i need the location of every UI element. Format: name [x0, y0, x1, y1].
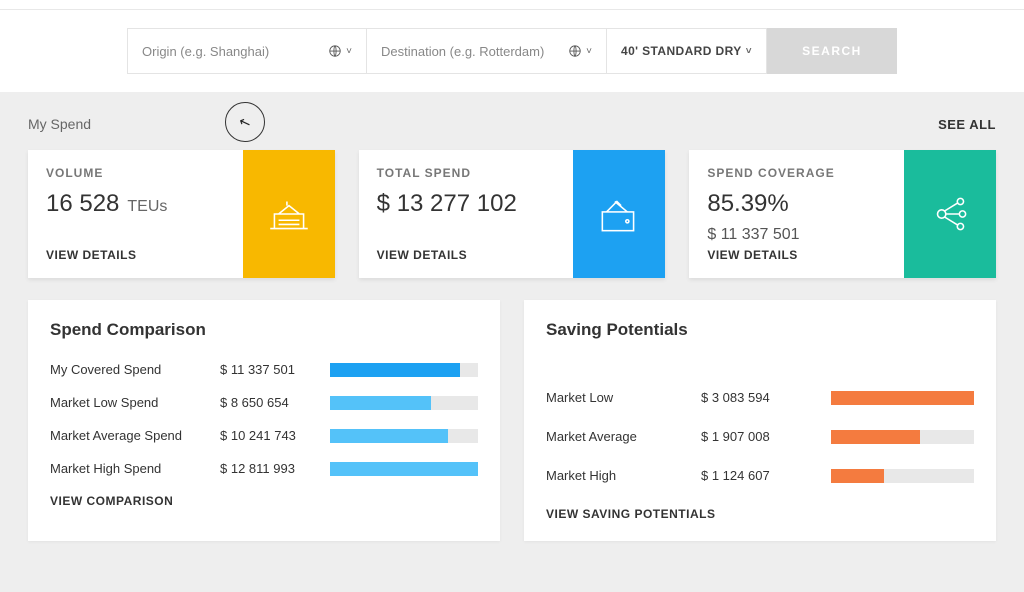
saving-row: Market High$ 1 124 607	[546, 468, 974, 483]
chevron-down-icon: ˅	[586, 46, 592, 57]
card-coverage-link[interactable]: VIEW DETAILS	[707, 248, 886, 262]
comparison-bar	[330, 462, 478, 476]
container-type-dropdown[interactable]: 40' STANDARD DRY ˅	[607, 28, 767, 74]
top-divider	[0, 0, 1024, 10]
comparison-row: Market Low Spend$ 8 650 654	[50, 395, 478, 410]
saving-bar	[831, 469, 974, 483]
card-coverage-amount: $ 11 337 501	[707, 226, 799, 244]
comparison-value: $ 12 811 993	[220, 461, 330, 476]
search-bar: Origin (e.g. Shanghai) ˅ Destination (e.…	[0, 10, 1024, 92]
spend-icon-panel	[573, 150, 665, 278]
saving-value: $ 3 083 594	[701, 390, 831, 405]
destination-input[interactable]: Destination (e.g. Rotterdam) ˅	[367, 28, 607, 74]
spend-comparison-title: Spend Comparison	[50, 320, 478, 340]
comparison-value: $ 10 241 743	[220, 428, 330, 443]
origin-scope-dropdown[interactable]: ˅	[328, 44, 352, 58]
container-type-label: 40' STANDARD DRY	[621, 44, 742, 58]
view-comparison-link[interactable]: VIEW COMPARISON	[50, 494, 478, 508]
cursor-indicator-icon	[225, 102, 265, 142]
see-all-link[interactable]: SEE ALL	[938, 117, 996, 132]
card-spend-title: TOTAL SPEND	[377, 166, 556, 180]
saving-row: Market Low$ 3 083 594	[546, 390, 974, 405]
comparison-label: Market Average Spend	[50, 428, 220, 443]
spend-comparison-rows: My Covered Spend$ 11 337 501 Market Low S…	[50, 362, 478, 476]
comparison-row: My Covered Spend$ 11 337 501	[50, 362, 478, 377]
saving-potentials-rows: Market Low$ 3 083 594 Market Average$ 1 9…	[546, 362, 974, 483]
saving-label: Market Low	[546, 390, 701, 405]
chevron-down-icon: ˅	[346, 46, 352, 57]
view-saving-link[interactable]: VIEW SAVING POTENTIALS	[546, 507, 974, 521]
destination-placeholder: Destination (e.g. Rotterdam)	[381, 44, 544, 59]
globe-icon	[328, 44, 342, 58]
summary-cards: VOLUME 16 528 TEUs VIEW DETAILS TOTAL SP…	[28, 150, 996, 278]
saving-label: Market High	[546, 468, 701, 483]
coverage-icon-panel	[904, 150, 996, 278]
chevron-down-icon: ˅	[746, 46, 752, 57]
saving-bar	[831, 430, 974, 444]
spend-comparison-panel: Spend Comparison My Covered Spend$ 11 33…	[28, 300, 500, 541]
building-icon	[264, 189, 314, 239]
origin-placeholder: Origin (e.g. Shanghai)	[142, 44, 269, 59]
card-coverage-percent: 85.39%	[707, 190, 788, 218]
comparison-label: My Covered Spend	[50, 362, 220, 377]
section-title: My Spend	[28, 116, 91, 132]
wallet-icon	[594, 189, 644, 239]
card-spend-link[interactable]: VIEW DETAILS	[377, 248, 556, 262]
comparison-row: Market Average Spend$ 10 241 743	[50, 428, 478, 443]
saving-label: Market Average	[546, 429, 701, 444]
comparison-row: Market High Spend$ 12 811 993	[50, 461, 478, 476]
card-coverage-title: SPEND COVERAGE	[707, 166, 886, 180]
card-volume-title: VOLUME	[46, 166, 225, 180]
saving-value: $ 1 907 008	[701, 429, 831, 444]
origin-input[interactable]: Origin (e.g. Shanghai) ˅	[127, 28, 367, 74]
card-volume-link[interactable]: VIEW DETAILS	[46, 248, 225, 262]
dashboard-main: My Spend SEE ALL VOLUME 16 528 TEUs VIEW…	[0, 92, 1024, 592]
card-spend-value: $ 13 277 102	[377, 190, 517, 218]
comparison-bar	[330, 363, 478, 377]
comparison-bar	[330, 396, 478, 410]
comparison-label: Market High Spend	[50, 461, 220, 476]
card-total-spend: TOTAL SPEND $ 13 277 102 VIEW DETAILS	[359, 150, 666, 278]
comparison-value: $ 11 337 501	[220, 362, 330, 377]
search-button[interactable]: SEARCH	[767, 28, 897, 74]
card-volume-value: 16 528	[46, 190, 119, 218]
globe-icon	[568, 44, 582, 58]
saving-potentials-panel: Saving Potentials Market Low$ 3 083 594M…	[524, 300, 996, 541]
saving-bar	[831, 391, 974, 405]
saving-row: Market Average$ 1 907 008	[546, 429, 974, 444]
comparison-bar	[330, 429, 478, 443]
card-volume-unit: TEUs	[127, 198, 167, 216]
comparison-value: $ 8 650 654	[220, 395, 330, 410]
volume-icon-panel	[243, 150, 335, 278]
comparison-label: Market Low Spend	[50, 395, 220, 410]
section-header: My Spend SEE ALL	[28, 116, 996, 132]
card-coverage: SPEND COVERAGE 85.39% $ 11 337 501 VIEW …	[689, 150, 996, 278]
saving-value: $ 1 124 607	[701, 468, 831, 483]
network-icon	[925, 189, 975, 239]
card-volume: VOLUME 16 528 TEUs VIEW DETAILS	[28, 150, 335, 278]
destination-scope-dropdown[interactable]: ˅	[568, 44, 592, 58]
analytics-panels: Spend Comparison My Covered Spend$ 11 33…	[28, 300, 996, 541]
saving-potentials-title: Saving Potentials	[546, 320, 974, 340]
